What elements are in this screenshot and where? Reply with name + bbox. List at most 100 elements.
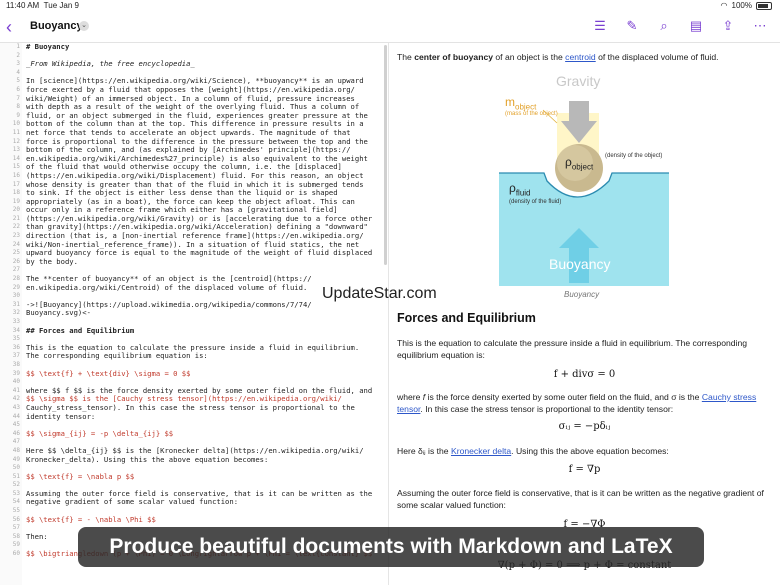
line-number: 22 <box>12 223 20 231</box>
preview-paragraph-force-density: where f is the force density exerted by … <box>397 392 757 414</box>
line-number: 53 <box>12 489 20 497</box>
watermark: UpdateStar.com <box>322 285 437 302</box>
line-number: 54 <box>12 498 20 506</box>
line-number: 47 <box>12 438 20 446</box>
search-icon[interactable]: ⌕ <box>656 18 672 34</box>
document-title[interactable]: Buoyancy <box>30 20 83 32</box>
code-line-text: Buoyancy.svg)<- <box>26 308 91 318</box>
mass-object-label: mobject <box>505 95 537 112</box>
editor-scrollbar[interactable] <box>384 45 387 265</box>
code-line-text: $$ \text{f} = \nabla p $$ <box>26 471 135 481</box>
line-number: 48 <box>12 446 20 454</box>
title-menu-chevron-icon[interactable]: ⌄ <box>79 21 89 31</box>
line-number: 5 <box>16 77 20 85</box>
line-number: 14 <box>12 154 20 162</box>
share-icon[interactable]: ⇪ <box>720 18 736 34</box>
line-number: 37 <box>12 352 20 360</box>
line-number: 18 <box>12 189 20 197</box>
code-line-text: Kronecker_delta). Using this the above e… <box>26 454 269 464</box>
line-number: 44 <box>12 412 20 420</box>
code-line-text: by the body. <box>26 256 78 266</box>
line-number: 20 <box>12 206 20 214</box>
line-number: 11 <box>12 128 20 136</box>
line-number: 52 <box>12 481 20 489</box>
line-number: 27 <box>12 266 20 274</box>
preview-paragraph-center-of-buoyancy: The center of buoyancy of an object is t… <box>397 52 719 62</box>
line-number: 41 <box>12 386 20 394</box>
code-line-text: _From Wikipedia, the free encyclopedia_ <box>26 59 195 69</box>
code-line[interactable]: 26 by the body. <box>13 256 386 267</box>
code-line-text: The corresponding equilibrium equation i… <box>26 351 208 361</box>
preview-paragraph-kronecker: Here δᵢⱼ is the Kronecker delta. Using t… <box>397 446 669 456</box>
line-number: 58 <box>12 532 20 540</box>
line-number: 3 <box>16 60 20 68</box>
line-number: 55 <box>12 507 20 515</box>
code-line[interactable]: 51 $$ \text{f} = \nabla p $$ <box>13 471 386 482</box>
line-number: 34 <box>12 326 20 334</box>
line-number: 42 <box>12 395 20 403</box>
markup-pen-icon[interactable]: ✎ <box>624 18 640 34</box>
line-number: 30 <box>12 292 20 300</box>
code-line[interactable]: 56 $$ \text{f} = - \nabla \Phi $$ <box>13 515 386 525</box>
preview-document-icon[interactable]: ▤ <box>688 18 704 34</box>
preview-paragraph-equilibrium: This is the equation to calculate the pr… <box>397 338 747 360</box>
line-number: 31 <box>12 300 20 308</box>
code-line-text: negative gradient of some scalar valued … <box>26 497 239 507</box>
line-number: 38 <box>12 360 20 368</box>
line-number: 17 <box>12 180 20 188</box>
promo-banner: Produce beautiful documents with Markdow… <box>78 527 704 567</box>
line-number: 60 <box>12 550 20 558</box>
line-number: 59 <box>12 541 20 549</box>
line-number: 1 <box>16 43 20 50</box>
code-line[interactable]: 49 Kronecker_delta). Using this the above… <box>13 454 386 465</box>
more-options-icon[interactable]: ⋯ <box>752 18 768 34</box>
centroid-link[interactable]: centroid <box>565 52 596 62</box>
line-number: 29 <box>12 283 20 291</box>
code-line[interactable]: 34 ## Forces and Equilibrium <box>13 326 386 336</box>
line-number: 21 <box>12 214 20 222</box>
figure-caption: Buoyancy <box>564 290 600 299</box>
battery-icon <box>756 1 772 10</box>
markdown-editor[interactable]: 1 # Buoyancy 2 3 _From Wikipedia, the free … <box>0 43 389 585</box>
line-number: 49 <box>12 455 20 463</box>
line-number: 6 <box>16 85 20 93</box>
status-time: 11:40 AM Tue Jan 9 <box>6 1 79 10</box>
line-number: 46 <box>12 429 20 437</box>
line-number: 23 <box>12 232 20 240</box>
line-number: 16 <box>12 171 20 179</box>
line-number: 7 <box>16 94 20 102</box>
code-line-text: $$ \text{f} + \text{div} \sigma = 0 $$ <box>26 368 191 378</box>
line-number: 9 <box>16 111 20 119</box>
line-number: 24 <box>12 240 20 248</box>
wifi-icon: ◠ <box>720 1 728 10</box>
buoyancy-label: Buoyancy <box>549 256 611 272</box>
line-number: 19 <box>12 197 20 205</box>
code-line[interactable]: 3 _From Wikipedia, the free encyclopedia_ <box>16 59 386 69</box>
back-chevron-icon[interactable]: ‹ <box>6 17 12 38</box>
code-line[interactable]: 46 $$ \sigma_{ij} = -p \delta_{ij} $$ <box>13 428 386 439</box>
code-line[interactable]: 37 The corresponding equilibrium equation… <box>13 351 386 361</box>
equation-gradient-p: f = ∇p <box>568 464 601 475</box>
code-line-text: en.wikipedia.org/wiki/Centroid) of the d… <box>26 282 308 292</box>
rendered-preview[interactable]: The center of buoyancy of an object is t… <box>389 43 780 585</box>
line-number: 28 <box>12 275 20 283</box>
code-line[interactable]: 44 identity tensor: <box>13 412 386 422</box>
line-number: 4 <box>16 68 20 76</box>
line-number: 13 <box>12 146 20 154</box>
gravity-label: Gravity <box>556 73 601 89</box>
line-number: 10 <box>12 120 20 128</box>
code-line[interactable]: 1 # Buoyancy <box>16 43 386 52</box>
outline-list-icon[interactable]: ☰ <box>592 18 608 34</box>
rho-fluid-label: ρfluid <box>509 181 531 198</box>
code-line[interactable]: 39 $$ \text{f} + \text{div} \sigma = 0 $$ <box>13 368 386 379</box>
section-heading-forces: Forces and Equilibrium <box>397 311 536 325</box>
kronecker-delta-link[interactable]: Kronecker delta <box>451 446 511 456</box>
line-number: 33 <box>12 318 20 325</box>
status-bar: 11:40 AM Tue Jan 9 ◠ 100% <box>0 0 780 12</box>
density-object-note: (density of the object) <box>605 153 663 159</box>
code-line-text: $$ \sigma_{ij} = -p \delta_{ij} $$ <box>26 428 174 438</box>
code-line[interactable]: 32 Buoyancy.svg)<- <box>13 308 386 318</box>
code-line[interactable]: 54 negative gradient of some scalar value… <box>13 497 386 507</box>
code-line[interactable]: 25 upward buoyancy force is equal to the … <box>13 248 386 258</box>
buoyancy-figure: Gravity mobject (mass of the object) ρob… <box>499 73 669 288</box>
